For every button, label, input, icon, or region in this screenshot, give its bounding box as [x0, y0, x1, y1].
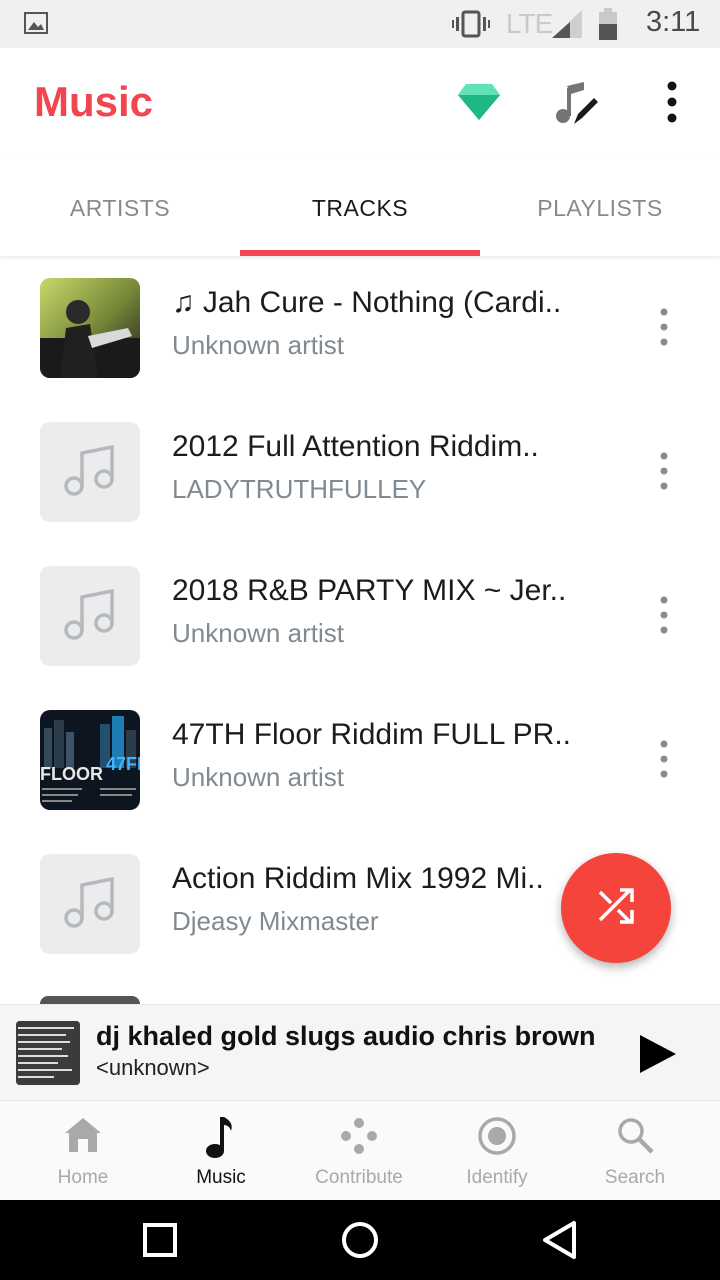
- overflow-menu-icon[interactable]: [660, 80, 684, 129]
- vibrate-icon: [452, 10, 490, 43]
- track-artist: LADYTRUTHFULLEY: [172, 474, 427, 504]
- identify-icon: [476, 1115, 518, 1162]
- track-artist: Unknown artist: [172, 330, 344, 360]
- back-icon[interactable]: [540, 1220, 580, 1265]
- music-note-icon: [62, 443, 118, 502]
- gem-icon[interactable]: [458, 84, 500, 125]
- app-bar: Music: [0, 48, 720, 160]
- album-art: [40, 278, 140, 378]
- track-more-icon[interactable]: [654, 594, 674, 641]
- nav-contribute[interactable]: Contribute: [290, 1101, 428, 1201]
- music-note-icon: [62, 587, 118, 646]
- contribute-icon: [338, 1115, 380, 1162]
- now-playing-art: [16, 1021, 80, 1085]
- track-row[interactable]: ♫ Jah Cure - Nothing (Cardi.. Unknown ar…: [0, 256, 720, 400]
- track-more-icon[interactable]: [654, 450, 674, 497]
- music-note-icon: [203, 1115, 239, 1164]
- track-artist: Unknown artist: [172, 762, 344, 792]
- search-icon: [615, 1115, 655, 1160]
- album-art-placeholder: [40, 422, 140, 522]
- track-title: 2018 R&B PARTY MIX ~ Jer..: [172, 574, 567, 607]
- album-art-text-right: 47FL: [106, 754, 140, 774]
- music-note-icon: [62, 875, 118, 934]
- nav-search-label: Search: [604, 1167, 666, 1188]
- image-notification-icon: [24, 12, 48, 39]
- album-art-placeholder: [40, 854, 140, 954]
- clock: 3:11: [646, 6, 701, 38]
- track-title: Action Riddim Mix 1992 Mi..: [172, 862, 544, 895]
- track-artist: Unknown artist: [172, 618, 344, 648]
- nav-identify-label: Identify: [466, 1167, 528, 1188]
- nav-search[interactable]: Search: [566, 1101, 704, 1201]
- shuffle-button[interactable]: [561, 853, 671, 963]
- shuffle-icon: [596, 886, 636, 931]
- status-bar: LTE 3:11: [0, 0, 720, 48]
- battery-icon: [598, 8, 618, 45]
- app-title: Music: [34, 78, 154, 125]
- album-art-placeholder: [40, 566, 140, 666]
- tab-artists[interactable]: ARTISTS: [0, 160, 240, 256]
- system-navigation-bar: [0, 1200, 720, 1280]
- nav-home-label: Home: [57, 1167, 109, 1188]
- nav-music-label: Music: [196, 1167, 246, 1188]
- music-edit-icon[interactable]: [552, 82, 598, 131]
- track-row-partial: [40, 996, 140, 1004]
- now-playing-artist: <unknown>: [96, 1055, 210, 1080]
- home-circle-icon[interactable]: [340, 1220, 380, 1265]
- track-row[interactable]: 2018 R&B PARTY MIX ~ Jer.. Unknown artis…: [0, 544, 720, 688]
- track-more-icon[interactable]: [654, 738, 674, 785]
- track-title: 2012 Full Attention Riddim..: [172, 430, 539, 463]
- network-type: LTE: [506, 8, 553, 39]
- album-art: FLOOR 47FL: [40, 710, 140, 810]
- track-artist: Djeasy Mixmaster: [172, 906, 379, 936]
- album-art-text-left: FLOOR: [40, 764, 103, 784]
- tab-playlists[interactable]: PLAYLISTS: [480, 160, 720, 256]
- now-playing-title: dj khaled gold slugs audio chris brown: [96, 1021, 596, 1051]
- nav-home[interactable]: Home: [14, 1101, 152, 1201]
- tab-tracks[interactable]: TRACKS: [240, 160, 480, 256]
- track-title: ♫ Jah Cure - Nothing (Cardi..: [172, 286, 562, 319]
- track-title: 47TH Floor Riddim FULL PR..: [172, 718, 571, 751]
- bottom-navigation: Home Music Contribute Identify Search: [0, 1100, 720, 1201]
- nav-contribute-label: Contribute: [315, 1167, 403, 1188]
- track-more-icon[interactable]: [654, 306, 674, 353]
- now-playing-bar[interactable]: dj khaled gold slugs audio chris brown <…: [0, 1004, 720, 1101]
- nav-identify[interactable]: Identify: [428, 1101, 566, 1201]
- signal-icon: [552, 10, 582, 43]
- recent-apps-icon[interactable]: [142, 1220, 178, 1265]
- track-row[interactable]: FLOOR 47FL 47TH Floor Riddim FULL PR.. U…: [0, 688, 720, 832]
- home-icon: [63, 1115, 103, 1160]
- play-icon[interactable]: [636, 1033, 678, 1080]
- track-row[interactable]: 2012 Full Attention Riddim.. LADYTRUTHFU…: [0, 400, 720, 544]
- tab-bar: ARTISTS TRACKS PLAYLISTS: [0, 160, 720, 256]
- nav-music[interactable]: Music: [152, 1101, 290, 1201]
